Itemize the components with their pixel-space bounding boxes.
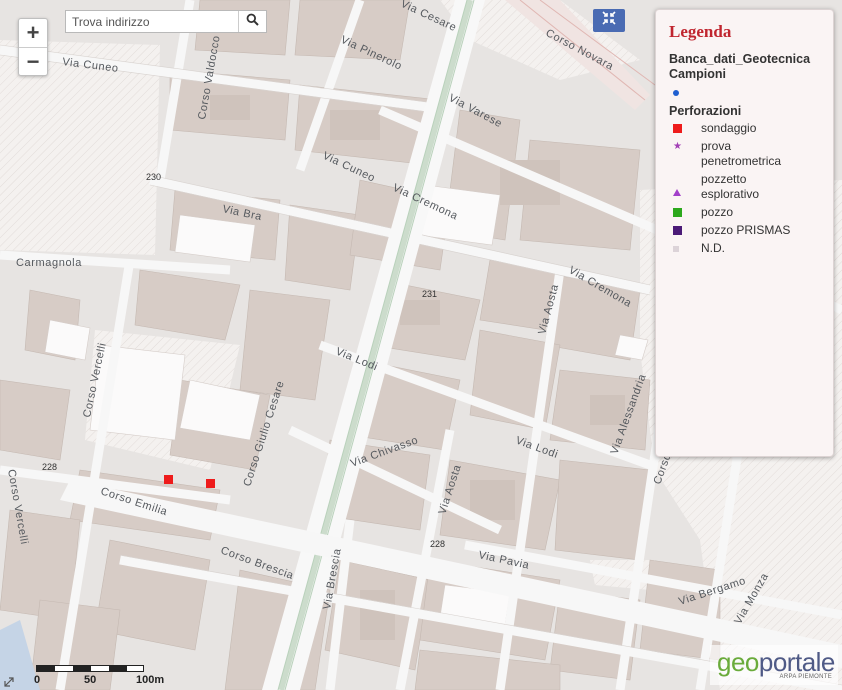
- zoom-in-button[interactable]: +: [19, 19, 47, 47]
- legend-item-pozzetto-esplorativo: pozzetto esplorativo: [669, 172, 823, 202]
- dot-icon: [673, 89, 679, 96]
- resize-handle-icon[interactable]: [2, 675, 16, 689]
- triangle-icon: [673, 188, 681, 196]
- legend-layer-symbol: [669, 85, 823, 100]
- fullscreen-button[interactable]: [593, 9, 625, 32]
- address-search: [65, 10, 267, 33]
- scale-label-100: 100m: [136, 674, 165, 686]
- svg-text:231: 231: [422, 289, 437, 299]
- svg-text:228: 228: [42, 462, 57, 472]
- zoom-out-button[interactable]: −: [19, 47, 47, 75]
- star-icon: ★: [673, 140, 682, 152]
- grey-square-icon: [673, 245, 679, 252]
- search-button[interactable]: [238, 11, 266, 32]
- legend-item-pozzo: pozzo: [669, 205, 823, 220]
- scale-bar: 0 50 100m: [34, 662, 174, 690]
- legend-panel: Legenda Banca_dati_Geotecnica Campioni P…: [655, 9, 834, 457]
- sondaggio-marker[interactable]: [206, 479, 215, 488]
- purple-square-icon: [673, 226, 682, 235]
- svg-text:228: 228: [430, 539, 445, 549]
- legend-title: Legenda: [669, 22, 732, 41]
- scale-label-50: 50: [84, 674, 97, 686]
- svg-text:230: 230: [146, 172, 161, 182]
- collapse-arrows-icon: [602, 11, 616, 30]
- legend-item-pozzo-prismas: pozzo PRISMAS: [669, 223, 823, 238]
- green-square-icon: [673, 208, 682, 217]
- search-input[interactable]: [66, 11, 238, 32]
- sondaggio-marker[interactable]: [164, 475, 173, 484]
- legend-item-sondaggio: sondaggio: [669, 121, 823, 136]
- search-icon: [246, 13, 259, 31]
- legend-group-title: Perforazioni: [669, 104, 742, 118]
- zoom-control: + −: [18, 18, 48, 76]
- legend-item-prova-penetrometrica: ★ prova penetrometrica: [673, 139, 782, 168]
- legend-item-nd: N.D.: [669, 241, 823, 256]
- svg-text:Carmagnola: Carmagnola: [16, 257, 82, 269]
- scale-label-0: 0: [34, 674, 41, 686]
- red-square-icon: [673, 124, 682, 133]
- legend-layer-name: Banca_dati_Geotecnica Campioni: [669, 52, 811, 81]
- geoportale-logo[interactable]: geoportale ARPA PIEMONTE: [710, 645, 838, 685]
